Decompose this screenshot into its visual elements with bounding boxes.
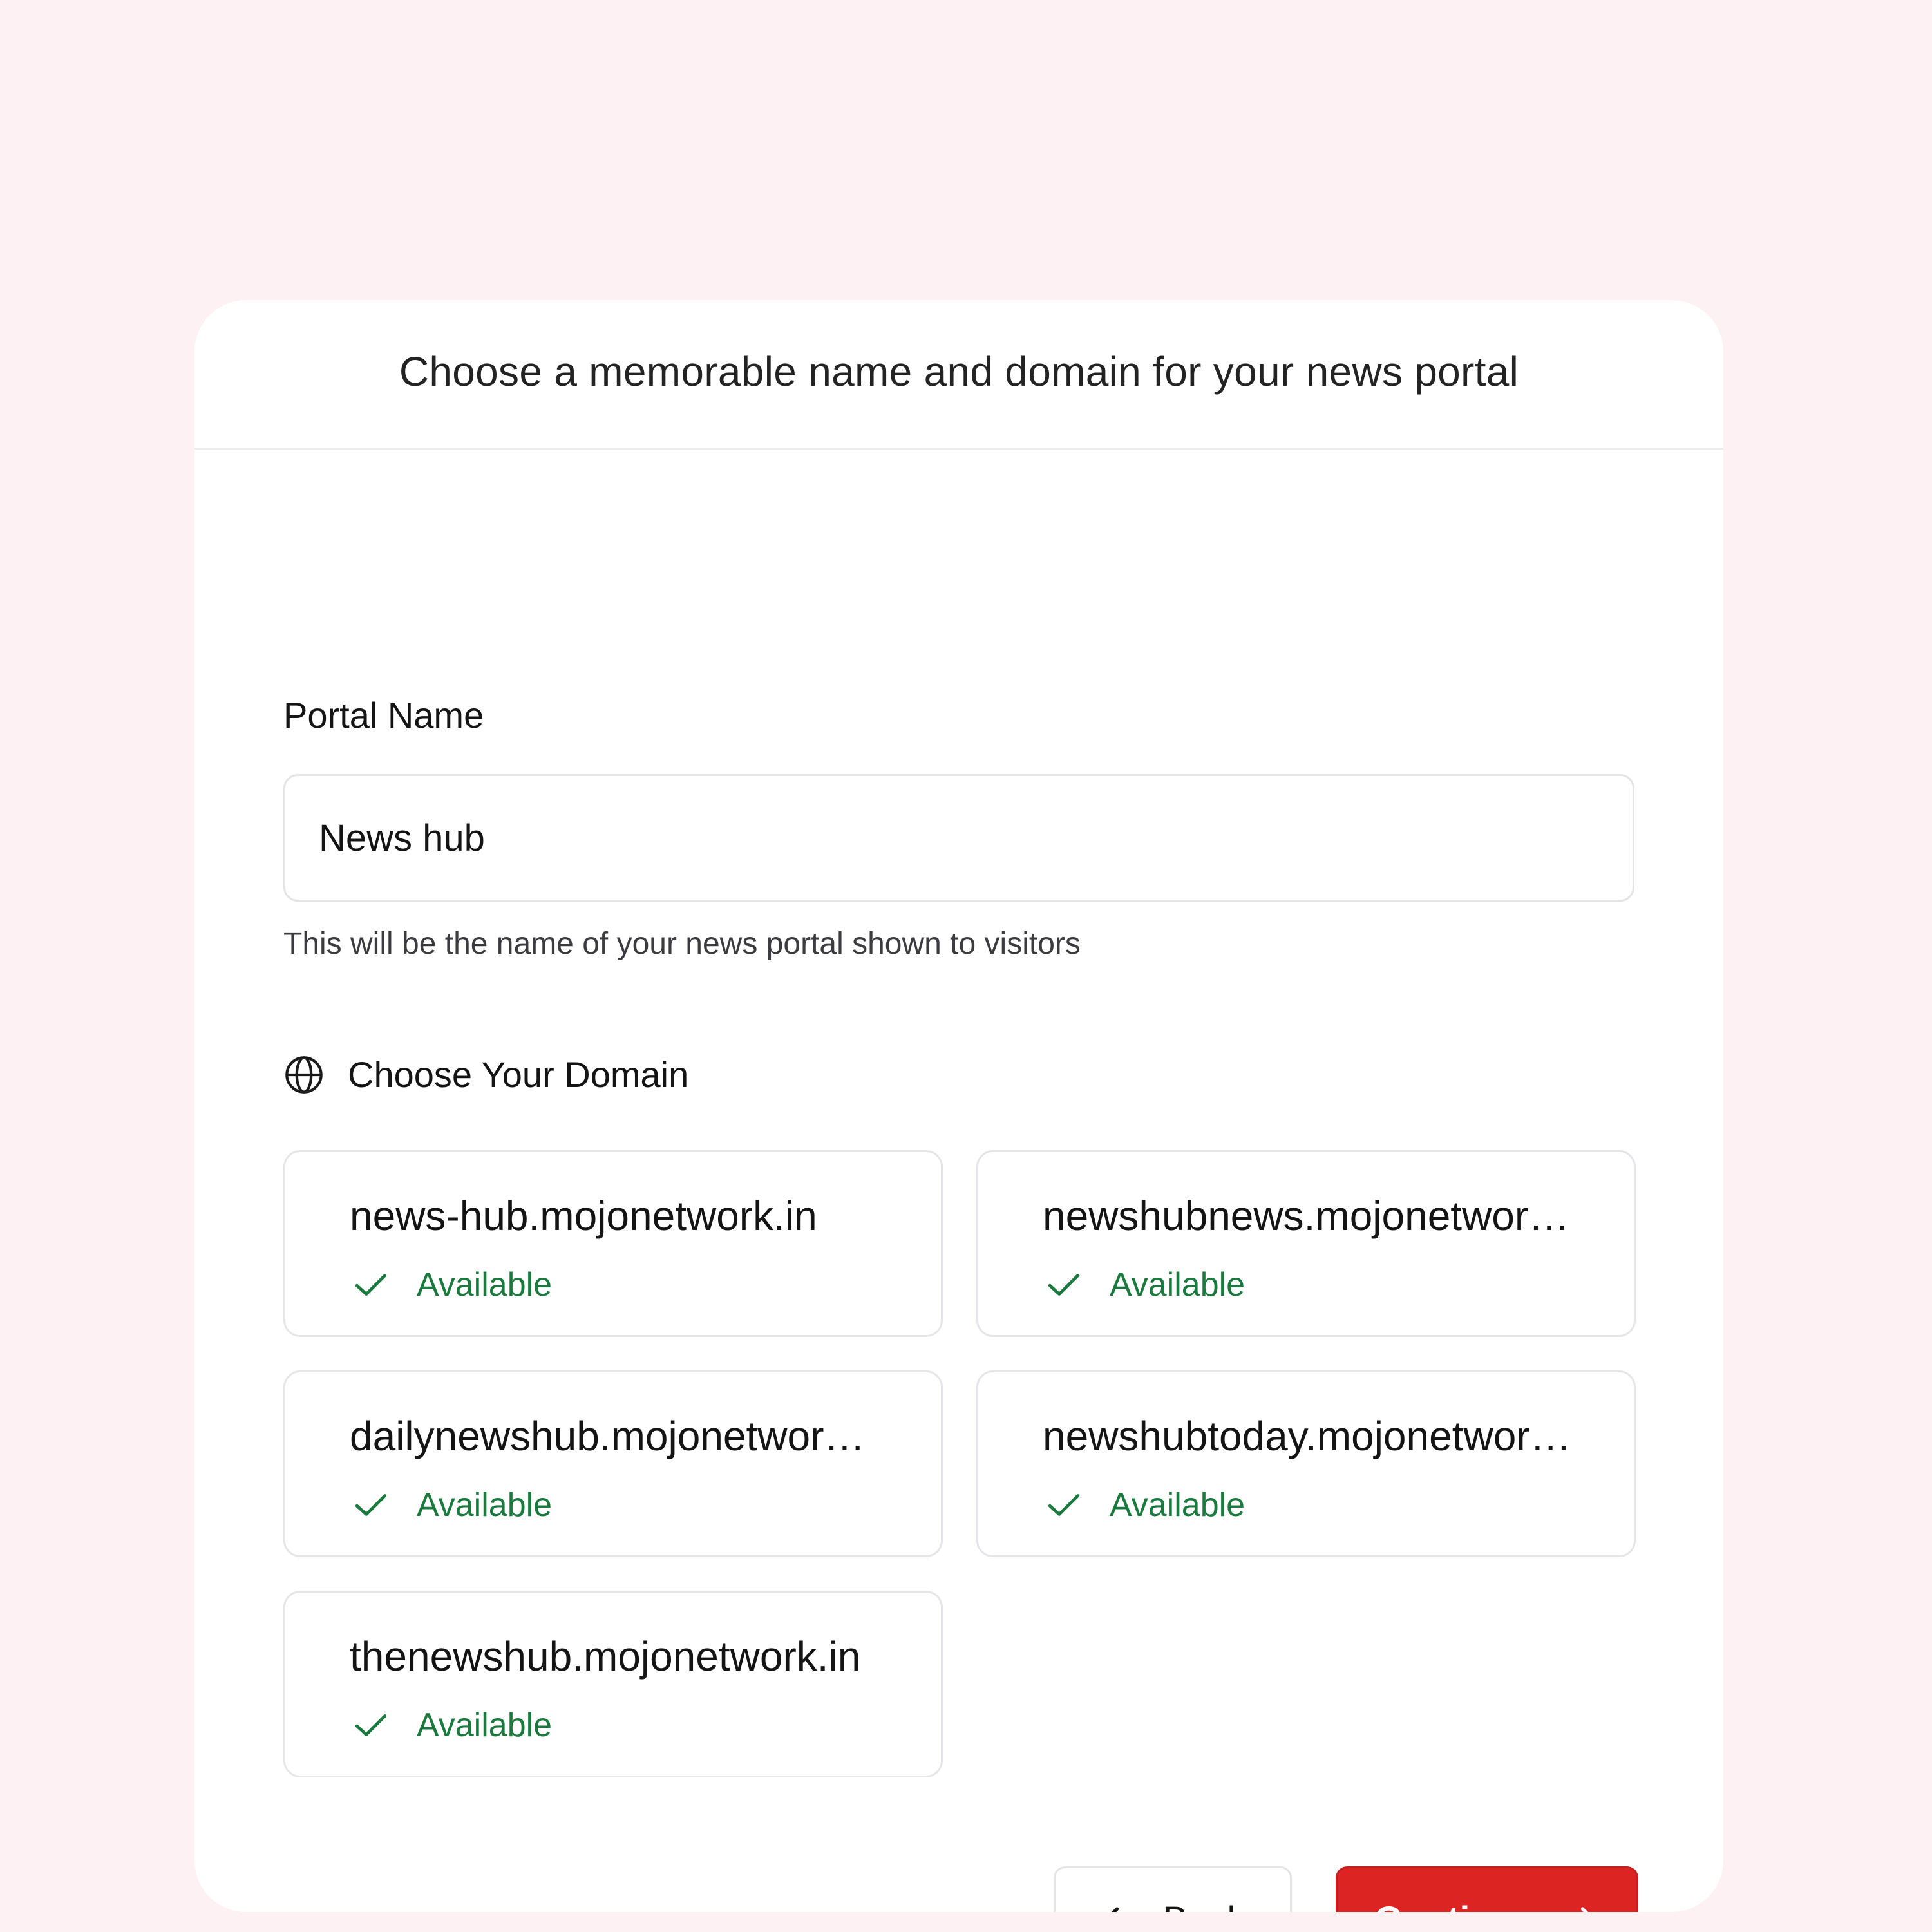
domain-option-status: Available [352,1706,552,1745]
check-icon [355,1494,387,1516]
domain-option[interactable]: newshubtoday.mojonetwor… Available [976,1370,1636,1557]
domain-option[interactable]: dailynewshub.mojonetwor… Available [283,1370,943,1557]
continue-button-label: Continue [1374,1899,1536,1913]
availability-label: Available [1110,1266,1245,1303]
domain-option-name: newshubtoday.mojonetwor… [1043,1413,1571,1459]
domain-option[interactable]: thenewshub.mojonetwork.in Available [283,1591,943,1777]
page-title: Choose a memorable name and domain for y… [399,348,1519,395]
check-icon [355,1714,387,1736]
domain-option-status: Available [1045,1486,1245,1524]
domain-option[interactable]: newshubnews.mojonetwor… Available [976,1150,1636,1337]
domain-option[interactable]: news-hub.mojonetwork.in Available [283,1150,943,1337]
back-button[interactable]: Back [1054,1866,1292,1912]
check-icon [1048,1274,1080,1296]
card-header: Choose a memorable name and domain for y… [194,300,1723,450]
availability-label: Available [417,1707,553,1744]
availability-label: Available [417,1266,553,1303]
portal-name-helper-text: This will be the name of your news porta… [283,927,1081,961]
globe-icon [285,1056,323,1094]
continue-button[interactable]: Continue [1336,1866,1638,1912]
portal-name-input[interactable] [283,774,1634,902]
setup-card: Choose a memorable name and domain for y… [194,300,1723,1912]
portal-name-label: Portal Name [283,695,484,735]
domain-option-name: newshubnews.mojonetwor… [1043,1193,1570,1239]
availability-label: Available [417,1486,553,1524]
domain-option-name: thenewshub.mojonetwork.in [350,1633,861,1680]
domain-option-status: Available [352,1486,552,1524]
domain-section-heading: Choose Your Domain [283,1054,688,1095]
domain-option-name: dailynewshub.mojonetwor… [350,1413,866,1459]
check-icon [355,1274,387,1296]
back-button-label: Back [1163,1899,1246,1913]
arrow-right-icon [1580,1907,1588,1912]
check-icon [1048,1494,1080,1516]
availability-label: Available [1110,1486,1245,1524]
domain-heading-label: Choose Your Domain [348,1054,689,1095]
domain-option-name: news-hub.mojonetwork.in [350,1193,817,1239]
domain-option-status: Available [352,1265,552,1304]
arrow-left-icon [1111,1907,1119,1912]
domain-option-status: Available [1045,1265,1245,1304]
